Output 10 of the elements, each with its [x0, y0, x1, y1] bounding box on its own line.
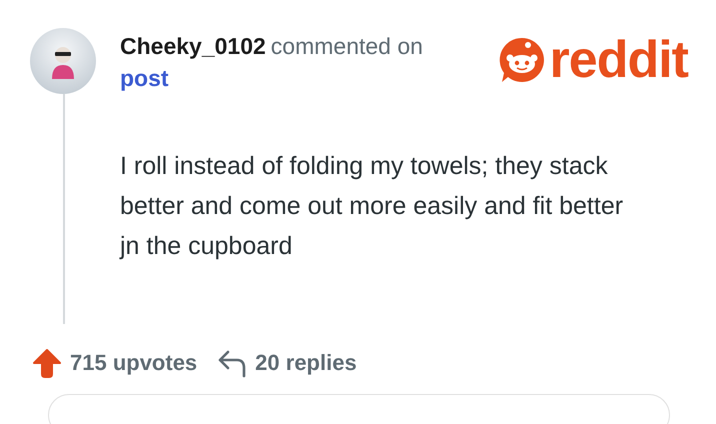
- author-name[interactable]: Cheeky_0102: [120, 33, 266, 59]
- post-link[interactable]: post: [120, 62, 460, 94]
- logo-wordmark: reddit: [550, 32, 688, 88]
- reply-arrow-icon[interactable]: [217, 348, 248, 378]
- action-text: commented on: [270, 33, 423, 59]
- upvote-arrow-icon[interactable]: [32, 348, 62, 378]
- comment-text: I roll instead of folding my towels; they stack better and come out more easily and fit better jn the cupboard: [120, 151, 624, 262]
- upvote-count: 715 upvotes: [70, 350, 198, 376]
- reply-count: 20 replies: [255, 350, 357, 376]
- alien-chat-bubble-icon: [498, 36, 546, 84]
